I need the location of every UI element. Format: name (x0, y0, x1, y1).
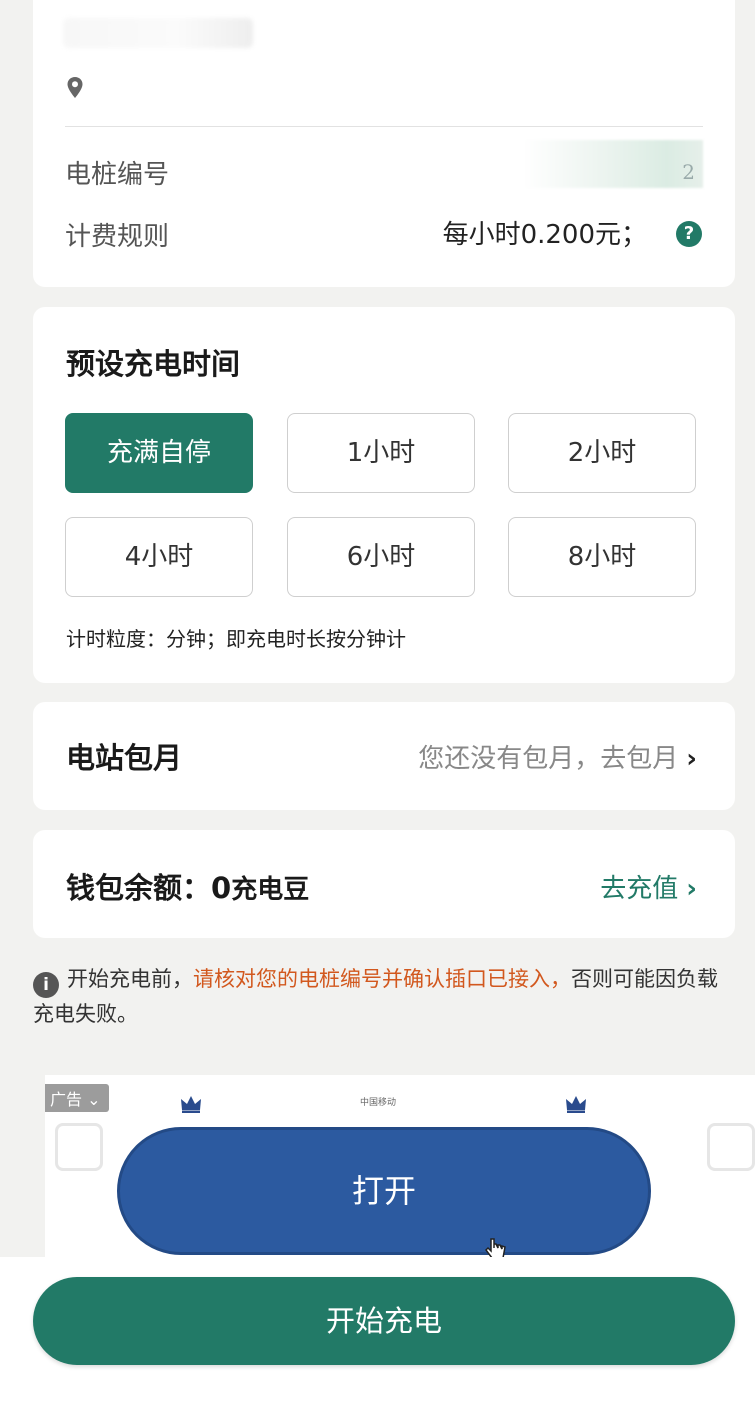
option-4-hours[interactable]: 4小时 (65, 517, 253, 597)
help-icon[interactable]: ? (676, 221, 702, 247)
option-6-hours[interactable]: 6小时 (287, 517, 475, 597)
chevron-right-icon: › (686, 874, 697, 904)
pile-number-value: 2 (682, 160, 695, 184)
option-2-hours[interactable]: 2小时 (508, 413, 696, 493)
crown-icon (566, 1096, 586, 1113)
notice-warning: 请核对您的电桩编号并确认插口已接入， (193, 967, 571, 991)
preset-time-card: 预设充电时间 充满自停 1小时 2小时 4小时 6小时 8小时 计时粒度：分钟；… (33, 307, 735, 683)
wallet-card: 钱包余额：0充电豆 去充值 › (33, 830, 735, 938)
recharge-link[interactable]: 去充值 › (600, 868, 697, 905)
timing-granularity-note: 计时粒度：分钟；即充电时长按分钟计 (66, 627, 406, 651)
monthly-plan-label: 电站包月 (66, 741, 183, 775)
pile-number-label: 电桩编号 (65, 160, 170, 190)
pile-number-blurred (523, 140, 703, 188)
option-8-hours[interactable]: 8小时 (508, 517, 696, 597)
ad-tag-label: 广告 (50, 1090, 83, 1109)
router-icon (707, 1123, 755, 1171)
chevron-down-icon: ⌄ (87, 1090, 101, 1109)
billing-rule-label: 计费规则 (65, 222, 170, 252)
ad-banner[interactable]: 广告 ⌄ 中国移动 打开 (45, 1075, 755, 1265)
divider (65, 126, 703, 127)
preset-time-title: 预设充电时间 (66, 347, 241, 381)
wallet-balance-unit: 充电豆 (231, 875, 310, 905)
billing-rule-value: 每小时0.200元； (442, 220, 647, 250)
monthly-plan-card[interactable]: 电站包月 您还没有包月，去包月 › (33, 702, 735, 810)
china-mobile-logo: 中国移动 (360, 1098, 397, 1108)
wallet-balance-value: 0 (211, 871, 232, 905)
router-icon (55, 1123, 103, 1171)
notice-text-1: 开始充电前， (67, 967, 193, 991)
recharge-link-text: 去充值 (600, 874, 679, 904)
option-1-hour[interactable]: 1小时 (287, 413, 475, 493)
bottom-bar: 开始充电 (0, 1257, 755, 1417)
charging-notice: i 开始充电前，请核对您的电桩编号并确认插口已接入，否则可能因负载充电失败。 (33, 963, 733, 1030)
monthly-plan-link-text: 您还没有包月，去包月 (418, 744, 679, 774)
info-icon: i (33, 972, 59, 998)
chevron-right-icon: › (686, 744, 697, 774)
station-name-blurred (63, 18, 253, 48)
station-info-card: 电桩编号 2 计费规则 每小时0.200元； ? (33, 0, 735, 287)
ad-tag[interactable]: 广告 ⌄ (45, 1084, 109, 1112)
monthly-plan-link[interactable]: 您还没有包月，去包月 › (418, 738, 697, 775)
location-pin-icon (67, 77, 83, 98)
ad-open-button[interactable]: 打开 (117, 1127, 651, 1255)
wallet-balance-label: 钱包余额： (66, 871, 212, 905)
option-full-stop[interactable]: 充满自停 (65, 413, 253, 493)
wallet-balance: 钱包余额：0充电豆 (66, 865, 309, 907)
start-charging-button[interactable]: 开始充电 (33, 1277, 735, 1365)
crown-icon (181, 1096, 201, 1113)
